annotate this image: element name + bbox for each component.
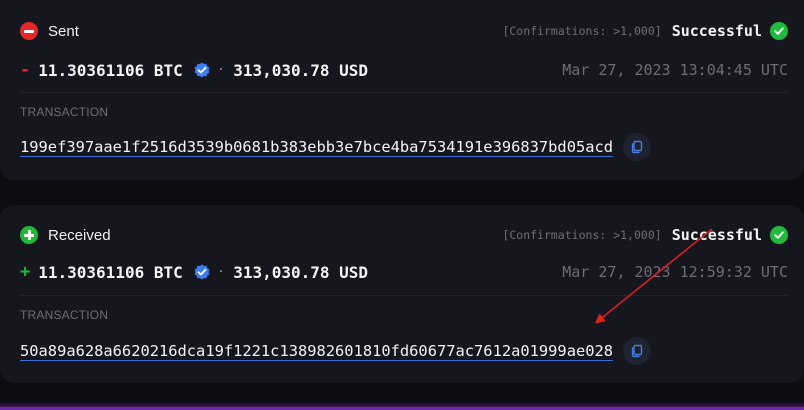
transaction-header: Received [Confirmations: >1,000] Success… [20,223,788,247]
transaction-header: Sent [Confirmations: >1,000] Successful [20,19,788,43]
transaction-hash-row: 199ef397aae1f2516d3539b0681b383ebb3e7bce… [20,132,788,162]
fiat-amount: 313,030.78 USD [233,60,369,80]
transaction-date: Mar 27, 2023 12:59:32 UTC [562,263,788,281]
copy-hash-button[interactable] [623,133,652,161]
check-circle-icon [770,226,788,244]
direction-label: Received [48,226,111,244]
separator-dot: · [218,62,224,78]
transaction-label: TRANSACTION [20,105,109,119]
amount-sign: + [20,262,31,282]
copy-icon [631,344,643,358]
btc-amount: 11.30361106 BTC [38,60,183,80]
transaction-list-page: Sent [Confirmations: >1,000] Successful … [0,0,804,410]
confirmations-count: [Confirmations: >1,000] [502,24,662,38]
plus-circle-icon [20,226,38,244]
status-label: Successful [671,226,762,244]
transaction-hash-link[interactable]: 50a89a628a6620216dca19f1221c138982601810… [20,342,613,360]
check-circle-icon [770,22,788,40]
status-label: Successful [671,22,762,40]
amount-row: - 11.30361106 BTC · 313,030.78 USD Mar 2… [20,57,788,83]
confirmations-count: [Confirmations: >1,000] [502,228,662,242]
fiat-amount: 313,030.78 USD [233,262,369,282]
amount-row: + 11.30361106 BTC · 313,030.78 USD Mar 2… [20,259,788,285]
bottom-glow-edge [0,402,804,410]
divider [20,295,788,296]
transaction-date: Mar 27, 2023 13:04:45 UTC [562,61,788,79]
separator-dot: · [218,264,224,280]
minus-circle-icon [20,22,38,40]
btc-amount: 11.30361106 BTC [38,262,183,282]
verified-badge-icon [193,263,211,281]
transaction-hash-row: 50a89a628a6620216dca19f1221c138982601810… [20,336,788,366]
verified-badge-icon [193,61,211,79]
divider [20,92,788,93]
transaction-hash-link[interactable]: 199ef397aae1f2516d3539b0681b383ebb3e7bce… [20,138,613,156]
transaction-label: TRANSACTION [20,308,109,322]
transaction-card-received: Received [Confirmations: >1,000] Success… [0,205,804,383]
copy-hash-button[interactable] [623,337,652,365]
direction-label: Sent [48,22,79,40]
amount-sign: - [20,60,31,80]
copy-icon [631,140,643,154]
transaction-card-sent: Sent [Confirmations: >1,000] Successful … [0,0,804,180]
